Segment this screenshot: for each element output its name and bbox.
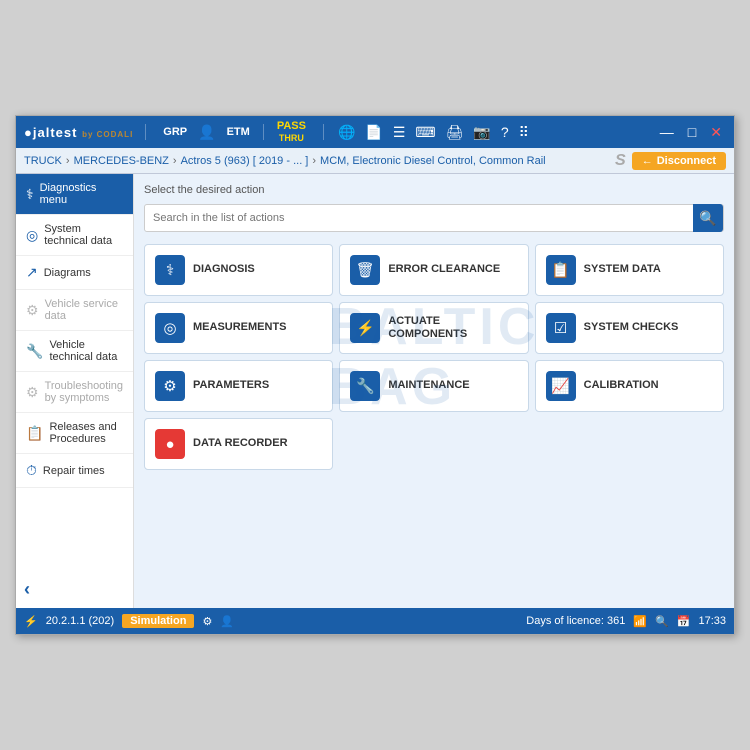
breadcrumb: TRUCK › MERCEDES-BENZ › Actros 5 (963) [… <box>24 155 546 167</box>
diagnostics-icon: ⚕ <box>26 186 34 203</box>
sidebar-item-troubleshooting: ⚙ Troubleshooting by symptoms <box>16 372 133 413</box>
main-content: ⚕ Diagnostics menu ◎ System technical da… <box>16 174 734 608</box>
nav-buttons: GRP 👤 ETM PASS THRU <box>158 118 311 146</box>
close-button[interactable]: ✕ <box>706 124 726 141</box>
troubleshooting-icon: ⚙ <box>26 384 39 401</box>
action-maintenance[interactable]: 🔧 MAINTENANCE <box>339 360 528 412</box>
settings-icon: ⚙ <box>202 615 212 628</box>
breadcrumb-truck[interactable]: TRUCK <box>24 155 62 167</box>
search-input[interactable] <box>145 212 693 224</box>
toolbar-icons: 🌐 📄 ☰ ⌨ 🖨 📷 ? ⠿ <box>336 122 531 143</box>
printer-icon[interactable]: 🖨 <box>444 122 466 143</box>
system-tech-icon: ◎ <box>26 227 38 244</box>
maximize-button[interactable]: □ <box>684 124 700 140</box>
action-actuate[interactable]: ⚡ ACTUATE COMPONENTS <box>339 302 528 354</box>
diagnosis-icon: ⚕ <box>155 255 185 285</box>
title-bar: ●jaltest by CODALI GRP 👤 ETM PASS THRU 🌐… <box>16 116 734 148</box>
breadcrumb-model[interactable]: Actros 5 (963) [ 2019 - ... ] <box>181 155 309 167</box>
sidebar-item-diagnostics[interactable]: ⚕ Diagnostics menu <box>16 174 133 215</box>
measurements-icon: ◎ <box>155 313 185 343</box>
app-logo: ●jaltest by CODALI <box>24 125 133 140</box>
clipboard-icon: 📋 <box>546 255 576 285</box>
disconnect-button[interactable]: ← Disconnect <box>632 152 726 170</box>
simulation-badge: Simulation <box>122 614 194 628</box>
diagrams-icon: ↗ <box>26 264 38 281</box>
action-system-checks[interactable]: ☑ SYSTEM CHECKS <box>535 302 724 354</box>
wifi-icon: 📶 <box>633 615 647 628</box>
grid-icon[interactable]: ⠿ <box>517 122 531 143</box>
search-button[interactable]: 🔍 <box>693 204 723 232</box>
status-bar: ⚡ 20.2.1.1 (202) Simulation ⚙ 👤 Days of … <box>16 608 734 634</box>
zoom-icon: 🔍 <box>655 615 669 628</box>
nav-grp[interactable]: GRP <box>158 124 192 140</box>
calendar-icon: 📅 <box>677 615 691 628</box>
maintenance-icon: 🔧 <box>350 371 380 401</box>
action-parameters[interactable]: ⚙ PARAMETERS <box>144 360 333 412</box>
sidebar-item-releases[interactable]: 📋 Releases and Procedures <box>16 413 133 454</box>
breadcrumb-bar: TRUCK › MERCEDES-BENZ › Actros 5 (963) [… <box>16 148 734 174</box>
minimize-button[interactable]: — <box>656 124 678 140</box>
action-data-recorder[interactable]: ● DATA RECORDER <box>144 418 333 470</box>
keyboard-icon[interactable]: ⌨ <box>413 122 437 143</box>
action-diagnosis[interactable]: ⚕ DIAGNOSIS <box>144 244 333 296</box>
system-checks-icon: ☑ <box>546 313 576 343</box>
action-system-data[interactable]: 📋 SYSTEM DATA <box>535 244 724 296</box>
separator3 <box>323 124 324 140</box>
list-icon[interactable]: ☰ <box>391 122 408 143</box>
releases-icon: 📋 <box>26 425 43 442</box>
nav-etm[interactable]: ETM <box>222 124 255 140</box>
vehicle-service-icon: ⚙ <box>26 302 39 319</box>
search-bar: 🔍 <box>144 204 724 232</box>
sidebar-item-vehicle-technical[interactable]: 🔧 Vehicle technical data <box>16 331 133 372</box>
help-icon[interactable]: ? <box>499 122 511 142</box>
action-header: Select the desired action <box>144 184 724 196</box>
search-icon: 🔍 <box>699 210 716 227</box>
action-grid: BALTICBAG ⚕ DIAGNOSIS 🗑 ERROR CLEARANCE … <box>144 244 724 470</box>
person-icon: 👤 <box>196 122 217 143</box>
brand-logo: S <box>615 152 626 170</box>
title-bar-left: ●jaltest by CODALI GRP 👤 ETM PASS THRU 🌐… <box>24 118 531 146</box>
parameters-icon: ⚙ <box>155 371 185 401</box>
nav-pass[interactable]: PASS THRU <box>272 118 311 146</box>
sidebar-item-system-technical[interactable]: ◎ System technical data <box>16 215 133 256</box>
sidebar-back-button[interactable]: ‹ <box>16 571 133 608</box>
user-icon: 👤 <box>220 615 234 628</box>
repair-icon: ⏱ <box>26 462 37 479</box>
doc-icon[interactable]: 📄 <box>363 122 384 143</box>
globe-icon[interactable]: 🌐 <box>336 122 357 143</box>
sidebar: ⚕ Diagnostics menu ◎ System technical da… <box>16 174 134 608</box>
breadcrumb-system[interactable]: MCM, Electronic Diesel Control, Common R… <box>320 155 546 167</box>
actuate-icon: ⚡ <box>350 313 380 343</box>
app-window: ●jaltest by CODALI GRP 👤 ETM PASS THRU 🌐… <box>15 115 735 635</box>
status-right: Days of licence: 361 📶 🔍 📅 17:33 <box>526 615 726 628</box>
arrow-left-icon: ← <box>642 155 653 167</box>
vehicle-technical-icon: 🔧 <box>26 343 43 360</box>
action-calibration[interactable]: 📈 CALIBRATION <box>535 360 724 412</box>
separator2 <box>263 124 264 140</box>
window-controls: — □ ✕ <box>656 124 726 141</box>
sidebar-item-repair[interactable]: ⏱ Repair times <box>16 454 133 488</box>
calibration-icon: 📈 <box>546 371 576 401</box>
record-icon: ● <box>155 429 185 459</box>
usb-icon: ⚡ <box>24 615 38 628</box>
right-content: Select the desired action 🔍 BALTICBAG ⚕ … <box>134 174 734 608</box>
action-measurements[interactable]: ◎ MEASUREMENTS <box>144 302 333 354</box>
version-label: 20.2.1.1 (202) <box>46 615 115 627</box>
days-licence-label: Days of licence: 361 <box>526 615 625 627</box>
trash-icon: 🗑 <box>350 255 380 285</box>
separator <box>145 124 146 140</box>
sidebar-item-diagrams[interactable]: ↗ Diagrams <box>16 256 133 290</box>
breadcrumb-brand[interactable]: MERCEDES-BENZ <box>74 155 169 167</box>
camera-icon[interactable]: 📷 <box>471 122 492 143</box>
status-left: ⚡ 20.2.1.1 (202) Simulation ⚙ 👤 <box>24 614 234 628</box>
action-error-clearance[interactable]: 🗑 ERROR CLEARANCE <box>339 244 528 296</box>
time-label: 17:33 <box>698 615 726 627</box>
sidebar-item-vehicle-service: ⚙ Vehicle service data <box>16 290 133 331</box>
